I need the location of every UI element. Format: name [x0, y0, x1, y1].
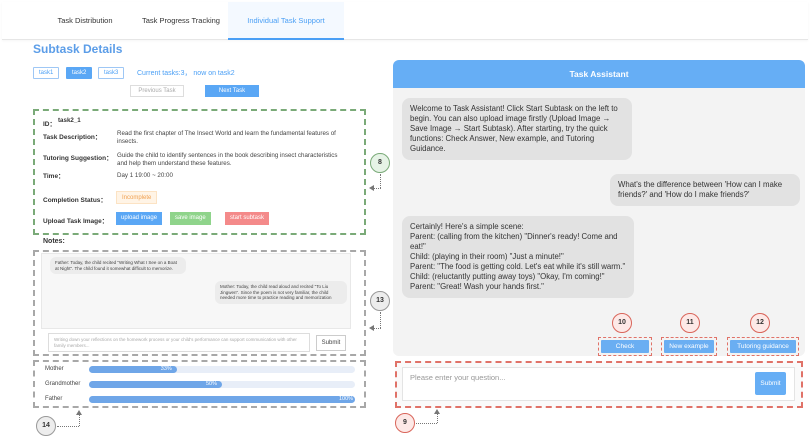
tab-task-progress-tracking[interactable]: Task Progress Tracking — [126, 2, 236, 40]
upload-task-image-label: Upload Task Image： — [43, 218, 109, 225]
annotation-marker-9: 9 — [395, 413, 415, 433]
annotation-marker-13: 13 — [370, 291, 390, 311]
tab-individual-task-support[interactable]: Individual Task Support — [228, 2, 344, 40]
notes-input[interactable]: Writing down your reflections on the hom… — [48, 333, 310, 352]
connector-line — [57, 426, 79, 427]
progress-row-grandmother: Grandmother 50% — [45, 380, 355, 389]
arrow-icon — [369, 185, 374, 191]
progress-name: Mother — [45, 366, 64, 372]
connector-line — [380, 312, 381, 328]
connector-line — [380, 174, 381, 188]
question-input[interactable]: Please enter your question... — [402, 367, 795, 401]
tutoring-suggestion-value: Guide the child to identify sentences in… — [117, 152, 338, 167]
connector-line — [416, 423, 437, 424]
top-tab-bar: Task Distribution Task Progress Tracking… — [2, 2, 808, 40]
task-description-value: Read the first chapter of The Insect Wor… — [117, 130, 336, 145]
connector-line — [437, 414, 438, 423]
arrow-icon — [369, 325, 374, 331]
task3-button[interactable]: task3 — [98, 67, 125, 79]
upload-image-button[interactable]: upload image — [116, 212, 163, 225]
connector-line — [374, 328, 381, 329]
save-image-button[interactable]: save image — [170, 212, 211, 225]
tutoring-guidance-button[interactable]: Tutoring guidance — [730, 340, 796, 353]
note-message-father: Father: Today, the child recited "Writin… — [50, 257, 186, 274]
id-label: ID： — [43, 121, 56, 128]
question-submit-button[interactable]: Submit — [755, 372, 786, 395]
notes-submit-button[interactable]: Submit — [316, 335, 346, 351]
progress-track: 100% — [89, 396, 355, 403]
time-value: Day 1 19:00 ~ 20:00 — [117, 172, 173, 179]
assistant-message: Certainly! Here's a simple scene: Parent… — [402, 216, 634, 298]
progress-name: Grandmother — [45, 381, 81, 387]
task2-button[interactable]: task2 — [66, 67, 93, 79]
annotation-marker-11: 11 — [680, 313, 700, 333]
progress-track: 50% — [89, 381, 355, 388]
page-title: Subtask Details — [33, 42, 123, 56]
current-task-info: Current tasks:3， now on task2 — [137, 70, 235, 77]
start-subtask-button[interactable]: start subtask — [225, 212, 270, 225]
connector-line — [374, 188, 381, 189]
annotation-marker-14: 14 — [36, 416, 56, 436]
task1-button[interactable]: task1 — [33, 67, 60, 79]
note-message-mother: Mother: Today, the child read aloud and … — [215, 281, 347, 304]
task-description-label: Task Description： — [43, 134, 102, 141]
assistant-message: Welcome to Task Assistant! Click Start S… — [402, 98, 632, 160]
tutoring-suggestion-label: Tutoring Suggestion： — [43, 155, 113, 162]
arrow-icon — [76, 410, 82, 415]
progress-track: 33% — [89, 366, 355, 373]
progress-row-mother: Mother 33% — [45, 365, 355, 374]
notes-label: Notes: — [43, 238, 65, 245]
previous-task-button[interactable]: Previous Task — [130, 85, 184, 97]
arrow-icon — [434, 409, 440, 414]
time-label: Time： — [43, 173, 65, 180]
status-badge: Incomplete — [116, 191, 158, 204]
tab-task-distribution[interactable]: Task Distribution — [40, 2, 130, 40]
progress-name: Father — [45, 396, 63, 402]
user-message: What's the difference between 'How can I… — [610, 174, 800, 206]
completion-status-label: Completion Status： — [43, 197, 107, 204]
annotation-marker-8: 8 — [370, 153, 390, 173]
progress-percent: 100% — [339, 396, 354, 402]
progress-percent: 33% — [160, 366, 172, 372]
new-example-button[interactable]: New example — [664, 340, 714, 353]
progress-fill — [89, 396, 355, 403]
progress-row-father: Father 100% — [45, 395, 355, 404]
task-assistant-header: Task Assistant — [393, 60, 805, 88]
next-task-button[interactable]: Next Task — [205, 85, 259, 97]
id-value: task2_1 — [58, 117, 81, 124]
annotation-marker-10: 10 — [612, 313, 632, 333]
check-answer-button[interactable]: Check answer — [601, 340, 649, 363]
progress-percent: 50% — [206, 381, 218, 387]
annotation-marker-12: 12 — [750, 313, 770, 333]
progress-fill — [89, 381, 222, 388]
connector-line — [79, 414, 80, 426]
